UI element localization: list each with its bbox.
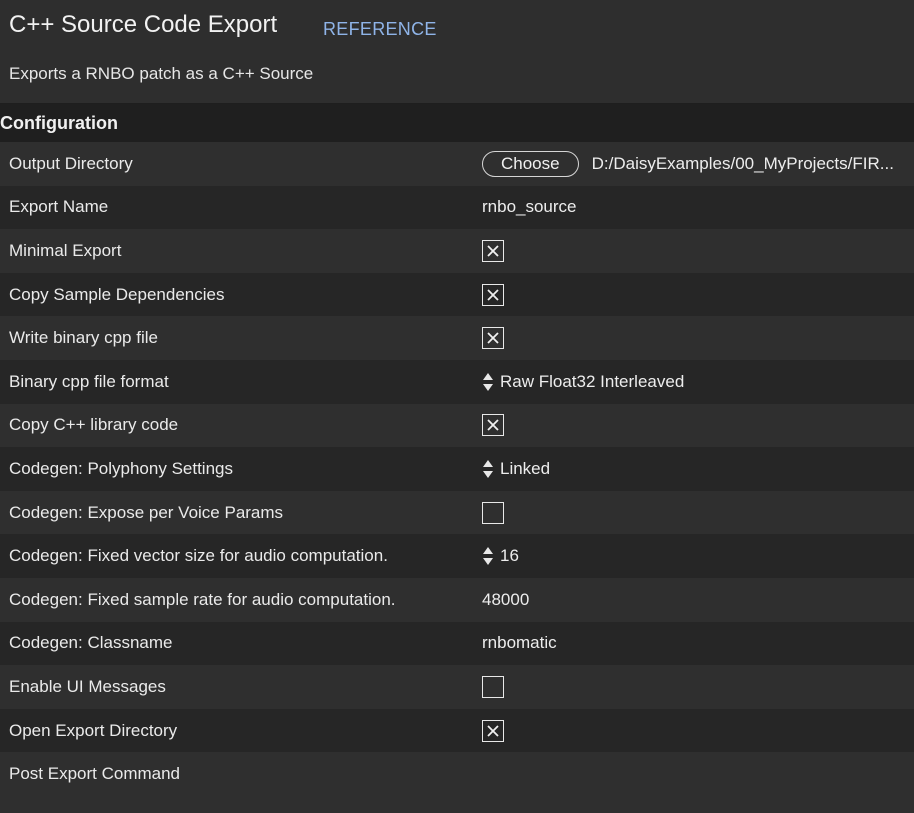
config-row-codegen-polyphony-settings: Codegen: Polyphony Settings Linked xyxy=(0,447,914,491)
page-description: Exports a RNBO patch as a C++ Source xyxy=(9,64,314,83)
codegen-expose-per-voice-params-checkbox[interactable] xyxy=(482,501,504,524)
codegen-polyphony-settings-select[interactable]: Linked xyxy=(482,459,550,479)
configuration-section-header: Configuration xyxy=(0,104,914,142)
config-row-output-directory: Output Directory Choose D:/DaisyExamples/0… xyxy=(0,142,914,186)
config-row-label: Copy Sample Dependencies xyxy=(9,284,225,304)
codegen-fixed-vector-size-for-audio-computation-select[interactable]: 16 xyxy=(482,546,519,566)
open-export-directory-checkbox[interactable] xyxy=(482,719,504,742)
config-row-binary-cpp-file-format: Binary cpp file format Raw Float32 Interl… xyxy=(0,359,914,404)
codegen-fixed-sample-rate-for-audio-computation-field[interactable]: 48000 xyxy=(482,590,682,610)
up-down-arrows-icon xyxy=(483,372,493,391)
x-mark-icon xyxy=(487,332,499,344)
config-row-label: Write binary cpp file xyxy=(9,328,158,348)
enable-ui-messages-checkbox[interactable] xyxy=(482,675,504,698)
config-row-copy-sample-dependencies: Copy Sample Dependencies xyxy=(0,272,914,317)
output-directory-path: D:/DaisyExamples/00_MyProjects/FIR... xyxy=(591,153,894,173)
write-binary-cpp-file-checkbox[interactable] xyxy=(482,327,504,350)
x-mark-icon xyxy=(487,724,499,737)
config-row-value: Choose D:/DaisyExamples/00_MyProjects/FIR… xyxy=(482,150,894,177)
config-row-value xyxy=(482,764,682,784)
x-mark-icon xyxy=(487,288,499,301)
config-row-label: Open Export Directory xyxy=(9,720,178,740)
choose-directory-button[interactable]: Choose xyxy=(482,150,579,177)
config-row-label: Export Name xyxy=(9,197,109,217)
config-row-label: Post Export Command xyxy=(9,764,181,784)
export-name-field[interactable]: rnbo_source xyxy=(482,197,682,217)
up-down-arrows-icon xyxy=(483,547,493,566)
config-row-value: 48000 xyxy=(482,590,682,610)
config-row-label: Minimal Export xyxy=(9,240,122,260)
panel-header: C++ Source Code Export REFERENCE Exports… xyxy=(0,0,914,104)
config-row-value: 16 xyxy=(482,546,519,566)
config-row-value xyxy=(482,414,504,437)
config-row-copy-c-library-code: Copy C++ library code xyxy=(0,403,914,448)
x-mark-icon xyxy=(487,419,499,431)
binary-cpp-file-format-select[interactable]: Raw Float32 Interleaved xyxy=(482,372,684,392)
config-row-label: Codegen: Fixed sample rate for audio com… xyxy=(9,589,396,609)
select-value: Raw Float32 Interleaved xyxy=(500,371,685,391)
export-panel: C++ Source Code Export REFERENCE Exports… xyxy=(0,0,914,813)
config-row-label: Enable UI Messages xyxy=(9,676,166,696)
config-row-minimal-export: Minimal Export xyxy=(0,229,914,273)
config-row-label: Codegen: Polyphony Settings xyxy=(9,458,233,478)
config-row-label: Copy C++ library code xyxy=(9,415,179,435)
config-row-label: Binary cpp file format xyxy=(9,371,169,391)
post-export-command-field[interactable] xyxy=(482,764,682,784)
select-value: 16 xyxy=(500,546,519,566)
select-value: Linked xyxy=(500,458,551,478)
config-row-label: Codegen: Classname xyxy=(9,633,173,653)
list-bottom-fill xyxy=(0,795,914,813)
config-row-label: Codegen: Expose per Voice Params xyxy=(9,502,284,522)
configuration-list: Output Directory Choose D:/DaisyExamples/0… xyxy=(0,142,914,796)
config-row-value xyxy=(482,675,504,698)
copy-c-library-code-checkbox[interactable] xyxy=(482,414,504,437)
config-row-label: Codegen: Fixed vector size for audio com… xyxy=(9,546,388,566)
config-row-codegen-fixed-sample-rate-for-audio-computation: Codegen: Fixed sample rate for audio com… xyxy=(0,577,914,622)
config-row-label: Output Directory xyxy=(9,153,133,173)
copy-sample-dependencies-checkbox[interactable] xyxy=(482,283,504,306)
config-row-value: rnbomatic xyxy=(482,633,682,653)
config-row-value xyxy=(482,719,504,742)
config-row-write-binary-cpp-file: Write binary cpp file xyxy=(0,316,914,360)
config-row-export-name: Export Name rnbo_source xyxy=(0,185,914,230)
page-title: C++ Source Code Export xyxy=(9,11,278,38)
config-row-value xyxy=(482,283,504,306)
config-row-value xyxy=(482,327,504,350)
config-row-codegen-expose-per-voice-params: Codegen: Expose per Voice Params xyxy=(0,490,914,535)
config-row-value: Linked xyxy=(482,459,550,479)
codegen-classname-field[interactable]: rnbomatic xyxy=(482,633,682,653)
config-row-codegen-fixed-vector-size-for-audio-computation: Codegen: Fixed vector size for audio com… xyxy=(0,534,914,578)
reference-link[interactable]: REFERENCE xyxy=(323,19,437,40)
x-mark-icon xyxy=(487,245,499,257)
config-row-value: Raw Float32 Interleaved xyxy=(482,372,684,392)
config-row-value: rnbo_source xyxy=(482,197,682,217)
config-row-value xyxy=(482,501,504,524)
config-row-value xyxy=(482,239,504,262)
config-row-post-export-command: Post Export Command xyxy=(0,752,914,796)
up-down-arrows-icon xyxy=(483,459,493,478)
config-row-codegen-classname: Codegen: Classname rnbomatic xyxy=(0,621,914,666)
config-row-open-export-directory: Open Export Directory xyxy=(0,708,914,753)
config-row-enable-ui-messages: Enable UI Messages xyxy=(0,665,914,709)
minimal-export-checkbox[interactable] xyxy=(482,239,504,262)
